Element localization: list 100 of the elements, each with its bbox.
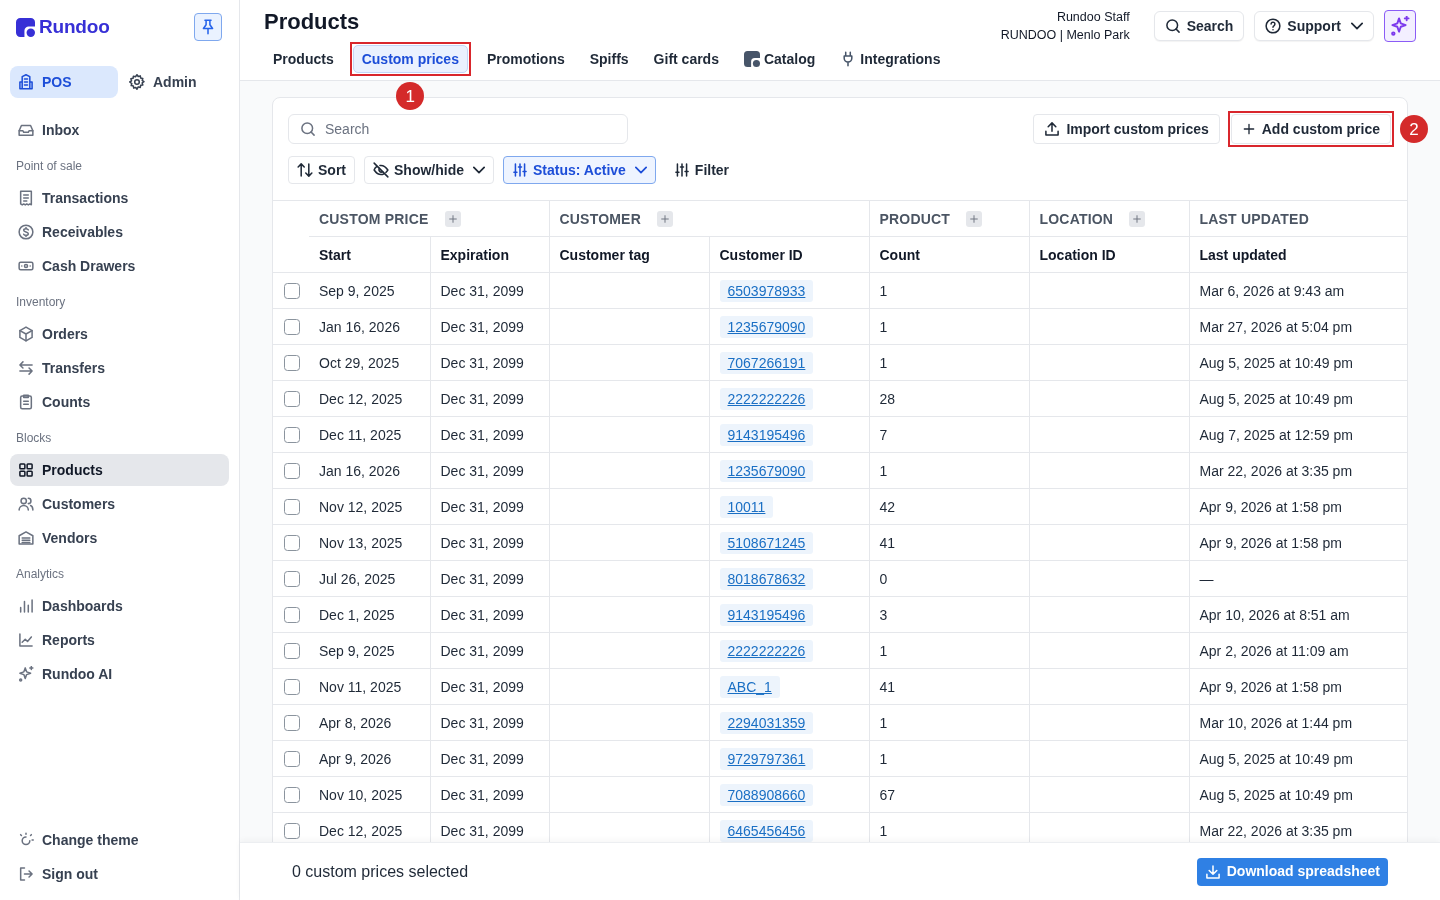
customer-id-link[interactable]: ABC_1 (719, 675, 780, 698)
nav-item[interactable]: Counts (10, 386, 229, 418)
nav-item[interactable]: Orders (10, 318, 229, 350)
customer-id-link[interactable]: 9143195496 (719, 423, 814, 446)
nav-item[interactable]: Transactions (10, 182, 229, 214)
pin-icon (200, 19, 216, 35)
row-checkbox[interactable] (284, 822, 300, 839)
table-cell: Dec 31, 2099 (430, 776, 549, 813)
table-cell: 1 (869, 344, 1029, 381)
row-checkbox[interactable] (284, 318, 300, 335)
section-label: Inventory (15, 294, 67, 311)
nav-item[interactable]: Receivables (10, 216, 229, 248)
customer-id-link[interactable]: 7067266191 (719, 351, 814, 374)
tab[interactable]: Custom prices (352, 45, 468, 73)
customer-id-link[interactable]: 1235679090 (719, 315, 814, 338)
eye-off-icon (373, 162, 389, 178)
warehouse-icon (18, 530, 34, 546)
plus-icon (1132, 213, 1143, 224)
sort-button[interactable]: Sort (288, 156, 355, 184)
cube-icon (18, 326, 34, 342)
customer-id-link[interactable]: 1235679090 (719, 459, 814, 482)
selection-summary: 0 custom prices selected (292, 861, 469, 882)
table-cell: Dec 31, 2099 (430, 416, 549, 453)
row-checkbox[interactable] (284, 426, 300, 443)
show-hide-button[interactable]: Show/hide (364, 156, 494, 184)
customer-id-link[interactable]: 10011 (719, 495, 774, 518)
customer-id-link[interactable]: 5108671245 (719, 531, 814, 554)
row-checkbox[interactable] (284, 750, 300, 767)
table-cell: Dec 31, 2099 (430, 524, 549, 561)
user-name: Rundoo Staff (1055, 9, 1130, 26)
customer-id-link[interactable]: 9729797361 (719, 747, 814, 770)
row-checkbox[interactable] (284, 390, 300, 407)
add-column-button[interactable] (1129, 210, 1146, 227)
customer-id-link[interactable]: 7088908660 (719, 783, 814, 806)
nav-item[interactable]: Products (10, 454, 229, 486)
customer-id-link[interactable]: 9143195496 (719, 603, 814, 626)
search-field[interactable]: Search (288, 114, 628, 144)
row-checkbox[interactable] (284, 606, 300, 623)
row-checkbox[interactable] (284, 714, 300, 731)
nav-item[interactable]: Vendors (10, 522, 229, 554)
search-button[interactable]: Search (1153, 11, 1245, 41)
tab[interactable]: Spiffs (580, 45, 638, 73)
nav-item[interactable]: Sign out (10, 858, 229, 890)
filter-button[interactable]: Filter (664, 156, 739, 184)
customer-id-link[interactable]: 2222222226 (719, 387, 814, 410)
assistant-button[interactable] (1384, 10, 1416, 42)
store-name: RUNDOO | Menlo Park (1000, 27, 1130, 44)
add-button[interactable]: Add custom price (1230, 114, 1391, 144)
row-checkbox[interactable] (284, 534, 300, 551)
search-icon (300, 121, 316, 137)
customer-id-link[interactable]: 8018678632 (719, 567, 814, 590)
row-checkbox[interactable] (284, 498, 300, 515)
table-cell: Mar 27, 2026 at 5:04 pm (1189, 308, 1407, 345)
table-cell: Jul 26, 2025 (309, 560, 430, 597)
table-cell: Sep 9, 2025 (309, 272, 430, 309)
search-icon (1164, 18, 1181, 34)
nav-item[interactable]: Dashboards (10, 590, 229, 622)
plus-icon (969, 213, 980, 224)
download-button[interactable]: Download spreadsheet (1196, 857, 1388, 886)
add-column-button[interactable] (656, 210, 673, 227)
table-cell: 1 (869, 740, 1029, 777)
mode-tab[interactable]: Admin (121, 66, 229, 98)
nav-item[interactable]: Change theme (10, 824, 229, 856)
row-checkbox[interactable] (284, 786, 300, 803)
row-checkbox[interactable] (284, 354, 300, 371)
row-checkbox[interactable] (284, 678, 300, 695)
customer-id-link[interactable]: 6503978933 (719, 279, 814, 302)
tab[interactable]: Catalog (734, 45, 825, 73)
customer-id-link[interactable]: 6465456456 (719, 819, 814, 842)
table-cell: Dec 31, 2099 (430, 632, 549, 669)
tab[interactable]: Promotions (477, 45, 574, 73)
table-cell: Sep 9, 2025 (309, 632, 430, 669)
table-cell: Dec 11, 2025 (309, 416, 430, 453)
nav-item[interactable]: Cash Drawers (10, 250, 229, 282)
nav-item[interactable]: Reports (10, 624, 229, 656)
add-column-button[interactable] (444, 210, 461, 227)
row-checkbox[interactable] (284, 282, 300, 299)
table-cell: Nov 11, 2025 (309, 668, 430, 705)
tab[interactable]: Products (264, 45, 343, 73)
customer-id-link[interactable]: 2222222226 (719, 639, 814, 662)
table-cell: 41 (869, 668, 1029, 705)
table-cell: 1 (869, 632, 1029, 669)
row-checkbox[interactable] (284, 570, 300, 587)
status-filter-button[interactable]: Status: Active (503, 156, 656, 184)
column-header: Last updated (1189, 236, 1407, 273)
nav-item[interactable]: Transfers (10, 352, 229, 384)
tab[interactable]: Integrations (831, 45, 950, 73)
support-button[interactable]: Support (1254, 11, 1374, 41)
import-button[interactable]: Import custom prices (1033, 114, 1220, 144)
add-column-button[interactable] (966, 210, 983, 227)
pin-button[interactable] (194, 13, 222, 41)
customer-id-link[interactable]: 2294031359 (719, 711, 814, 734)
nav-item[interactable]: Customers (10, 488, 229, 520)
mode-tab[interactable]: POS (10, 66, 118, 98)
row-checkbox[interactable] (284, 642, 300, 659)
row-checkbox[interactable] (284, 462, 300, 479)
column-group-header: CUSTOM PRICE (319, 209, 429, 228)
nav-item[interactable]: Inbox (10, 114, 229, 146)
tab[interactable]: Gift cards (644, 45, 728, 73)
nav-item[interactable]: Rundoo AI (10, 658, 229, 690)
